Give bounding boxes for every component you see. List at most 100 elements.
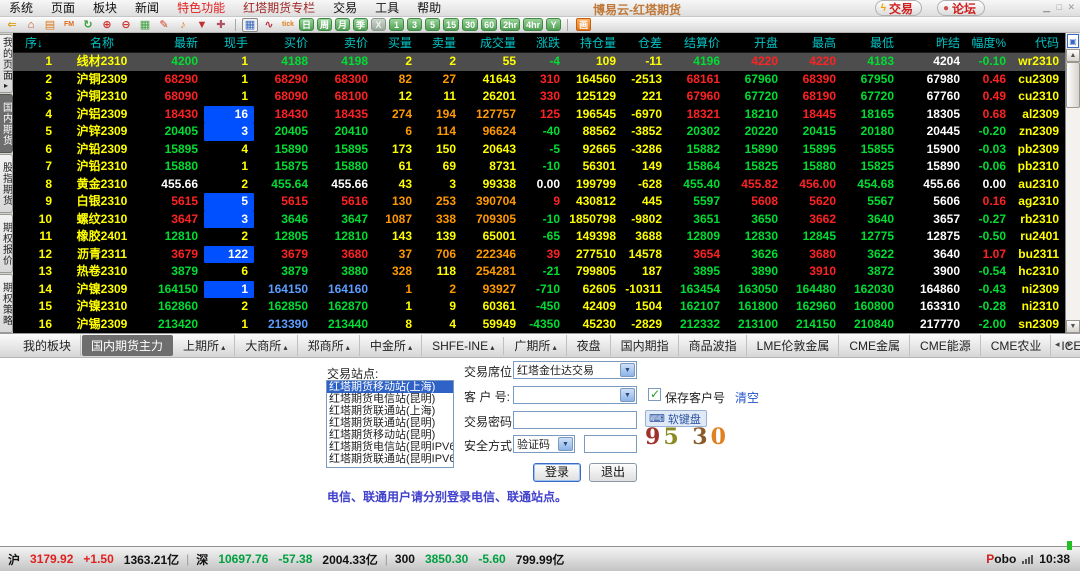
forum-button[interactable]: ● 论坛	[936, 0, 985, 16]
maximize-icon[interactable]: □	[1057, 2, 1062, 12]
table-row[interactable]: 16 沪锡2309 213420 1 213390 213440 8 4 59949 -4350 4…	[13, 316, 1065, 334]
column-header[interactable]: 名称	[58, 33, 146, 52]
chevron-down-icon[interactable]: ▼	[620, 363, 635, 377]
save-account-checkbox[interactable]	[648, 387, 661, 401]
market-tab-cme-energy[interactable]: CME能源	[911, 335, 981, 356]
sidebar-tab-option-quotes[interactable]: 期权报价	[0, 214, 13, 273]
home-icon[interactable]: ⌂	[23, 18, 39, 32]
period-button-h4[interactable]: 4hr	[523, 18, 544, 31]
back-icon[interactable]: ⇐	[4, 18, 20, 32]
scrollbar-track[interactable]	[1066, 62, 1080, 320]
table-row[interactable]: 13 热卷2310 3879 6 3879 3880 328 118 254281 -21 7998…	[13, 263, 1065, 281]
scroll-up-icon[interactable]: ▲	[1066, 49, 1080, 62]
period-button-y[interactable]: Y	[546, 18, 562, 31]
pen-icon[interactable]: ✎	[156, 18, 172, 32]
security-select[interactable]: 验证码 ▼	[513, 435, 575, 453]
seat-select[interactable]: 红塔金仕达交易 ▼	[513, 361, 637, 379]
table-row[interactable]: 11 橡胶2401 12810 2 12805 12810 143 139 65001 -65 14…	[13, 228, 1065, 246]
block-view-icon[interactable]: ▦	[137, 18, 153, 32]
period-button-h2[interactable]: 2hr	[500, 18, 521, 31]
captcha-input[interactable]	[584, 435, 637, 453]
column-header[interactable]: 仓差	[622, 33, 668, 52]
sidebar-tab-my-pages[interactable]: 我的页面	[0, 34, 13, 93]
market-tab-domestic-main[interactable]: 国内期货主力	[82, 335, 174, 356]
minimize-icon[interactable]: ▁	[1043, 2, 1050, 13]
station-item[interactable]: 红塔期货联通站(昆明IPV6)	[327, 453, 453, 465]
period-button-season[interactable]: 季	[353, 18, 369, 31]
sidebar-tab-option-strategy[interactable]: 期权策略	[0, 274, 13, 333]
market-tab-domestic-index[interactable]: 国内期指	[612, 335, 679, 356]
column-header[interactable]: 卖价	[314, 33, 374, 52]
period-button-month[interactable]: 月	[335, 18, 351, 31]
sidebar-tab-index-futures[interactable]: 股指期货	[0, 154, 13, 213]
line-chart-icon[interactable]: ∿	[261, 18, 277, 32]
column-header[interactable]: 代码	[1012, 33, 1065, 52]
table-row[interactable]: 12 沥青2311 3679 122 3679 3680 37 706 222346 39 2775…	[13, 245, 1065, 263]
market-tab-gfex[interactable]: 广期所	[505, 335, 567, 356]
period-button-m15[interactable]: 15	[443, 18, 460, 31]
fm-radio-icon[interactable]: FM	[61, 18, 77, 32]
station-item[interactable]: 红塔期货移动站(昆明)	[327, 429, 453, 441]
menu-item-tools[interactable]: 工具	[366, 1, 408, 15]
chevron-down-icon[interactable]: ▼	[558, 437, 573, 451]
period-button-x[interactable]: X	[371, 18, 387, 31]
column-header[interactable]: 最高	[784, 33, 842, 52]
chevron-down-icon[interactable]: ▼	[620, 388, 635, 402]
column-header[interactable]: 序↓	[13, 33, 58, 52]
menu-item-hongta-column[interactable]: 红塔期货专栏	[234, 1, 324, 15]
column-header[interactable]: 最新	[146, 33, 204, 52]
zoom-in-icon[interactable]: ⊕	[99, 18, 115, 32]
market-tab-my-blocks[interactable]: 我的板块	[14, 335, 82, 356]
clear-link[interactable]: 清空	[735, 389, 759, 406]
market-tab-night[interactable]: 夜盘	[568, 335, 611, 356]
table-row[interactable]: 5 沪锌2309 20405 3 20405 20410 6 114 96624 -40 88562…	[13, 123, 1065, 141]
scroll-down-icon[interactable]: ▼	[1066, 320, 1080, 333]
close-icon[interactable]: ✕	[1067, 2, 1075, 13]
market-tab-cffex[interactable]: 中金所	[361, 335, 423, 356]
table-row[interactable]: 14 沪镍2309 164150 1 164150 164160 1 2 93927 -710 62…	[13, 280, 1065, 298]
table-row[interactable]: 7 沪铅2310 15880 1 15875 15880 61 69 8731 -10 56301 1…	[13, 158, 1065, 176]
market-tab-shfe[interactable]: 上期所	[174, 335, 236, 356]
zoom-out-icon[interactable]: ⊖	[118, 18, 134, 32]
market-tab-czce[interactable]: 郑商所	[299, 335, 360, 356]
period-button-m60[interactable]: 60	[481, 18, 498, 31]
market-tab-lme-metal[interactable]: LME伦敦金属	[748, 335, 840, 356]
column-header[interactable]: 涨跌	[522, 33, 566, 52]
market-tab-commodity-vol[interactable]: 商品波指	[680, 335, 747, 356]
table-row[interactable]: 6 沪铅2309 15895 4 15890 15895 173 150 20643 -5 9266…	[13, 141, 1065, 159]
column-header[interactable]: 开盘	[726, 33, 784, 52]
table-scrollbar[interactable]: ▣ ▲ ▼	[1065, 33, 1080, 333]
station-item[interactable]: 红塔期货联通站(昆明)	[327, 417, 453, 429]
period-button-m1[interactable]: 1	[389, 18, 405, 31]
station-listbox[interactable]: 红塔期货移动站(上海) 红塔期货电信站(昆明) 红塔期货联通站(上海) 红塔期货联通站…	[326, 380, 454, 468]
column-header[interactable]: 成交量	[462, 33, 522, 52]
column-header[interactable]: 卖量	[418, 33, 462, 52]
period-button-m5[interactable]: 5	[425, 18, 441, 31]
bell-icon[interactable]: ♪	[175, 18, 191, 32]
table-row[interactable]: 15 沪镍2310 162860 2 162850 162870 1 9 60361 -450 42…	[13, 298, 1065, 316]
sidebar-tab-domestic-futures[interactable]: 国内期货	[0, 94, 13, 153]
table-row[interactable]: 3 沪铜2310 68090 1 68090 68100 12 11 26201 330 12512…	[13, 88, 1065, 106]
period-button-m30[interactable]: 30	[462, 18, 479, 31]
scrollbar-thumb[interactable]	[1066, 62, 1080, 108]
column-header[interactable]: 持仓量	[566, 33, 622, 52]
station-item[interactable]: 红塔期货移动站(上海)	[327, 381, 453, 393]
tick-chart-icon[interactable]: tick	[280, 18, 296, 32]
station-item[interactable]: 红塔期货电信站(昆明IPV6)	[327, 441, 453, 453]
login-button[interactable]: 登录	[533, 463, 581, 482]
table-row[interactable]: 10 螺纹2310 3647 3 3646 3647 1087 338 709305 -10 185…	[13, 210, 1065, 228]
pin-icon[interactable]: ✚	[213, 18, 229, 32]
column-header[interactable]: 最低	[842, 33, 900, 52]
menu-item-blocks[interactable]: 板块	[84, 1, 126, 15]
filter-icon[interactable]: ▼	[194, 18, 210, 32]
column-header[interactable]: 现手	[204, 33, 254, 52]
table-row[interactable]: 8 黄金2310 455.66 2 455.64 455.66 43 3 99338 0.00 19…	[13, 176, 1065, 194]
column-header[interactable]: 买价	[254, 33, 314, 52]
market-tab-cme-agri[interactable]: CME农业	[982, 335, 1052, 356]
market-tab-dce[interactable]: 大商所	[236, 335, 298, 356]
table-row[interactable]: 2 沪铜2309 68290 1 68290 68300 82 27 41643 310 16456…	[13, 71, 1065, 89]
menu-item-page[interactable]: 页面	[42, 1, 84, 15]
table-row[interactable]: 9 白银2310 5615 5 5615 5616 130 253 390704 9 430812 4…	[13, 193, 1065, 211]
menu-item-help[interactable]: 帮助	[408, 1, 450, 15]
column-header[interactable]: 昨结	[900, 33, 966, 52]
